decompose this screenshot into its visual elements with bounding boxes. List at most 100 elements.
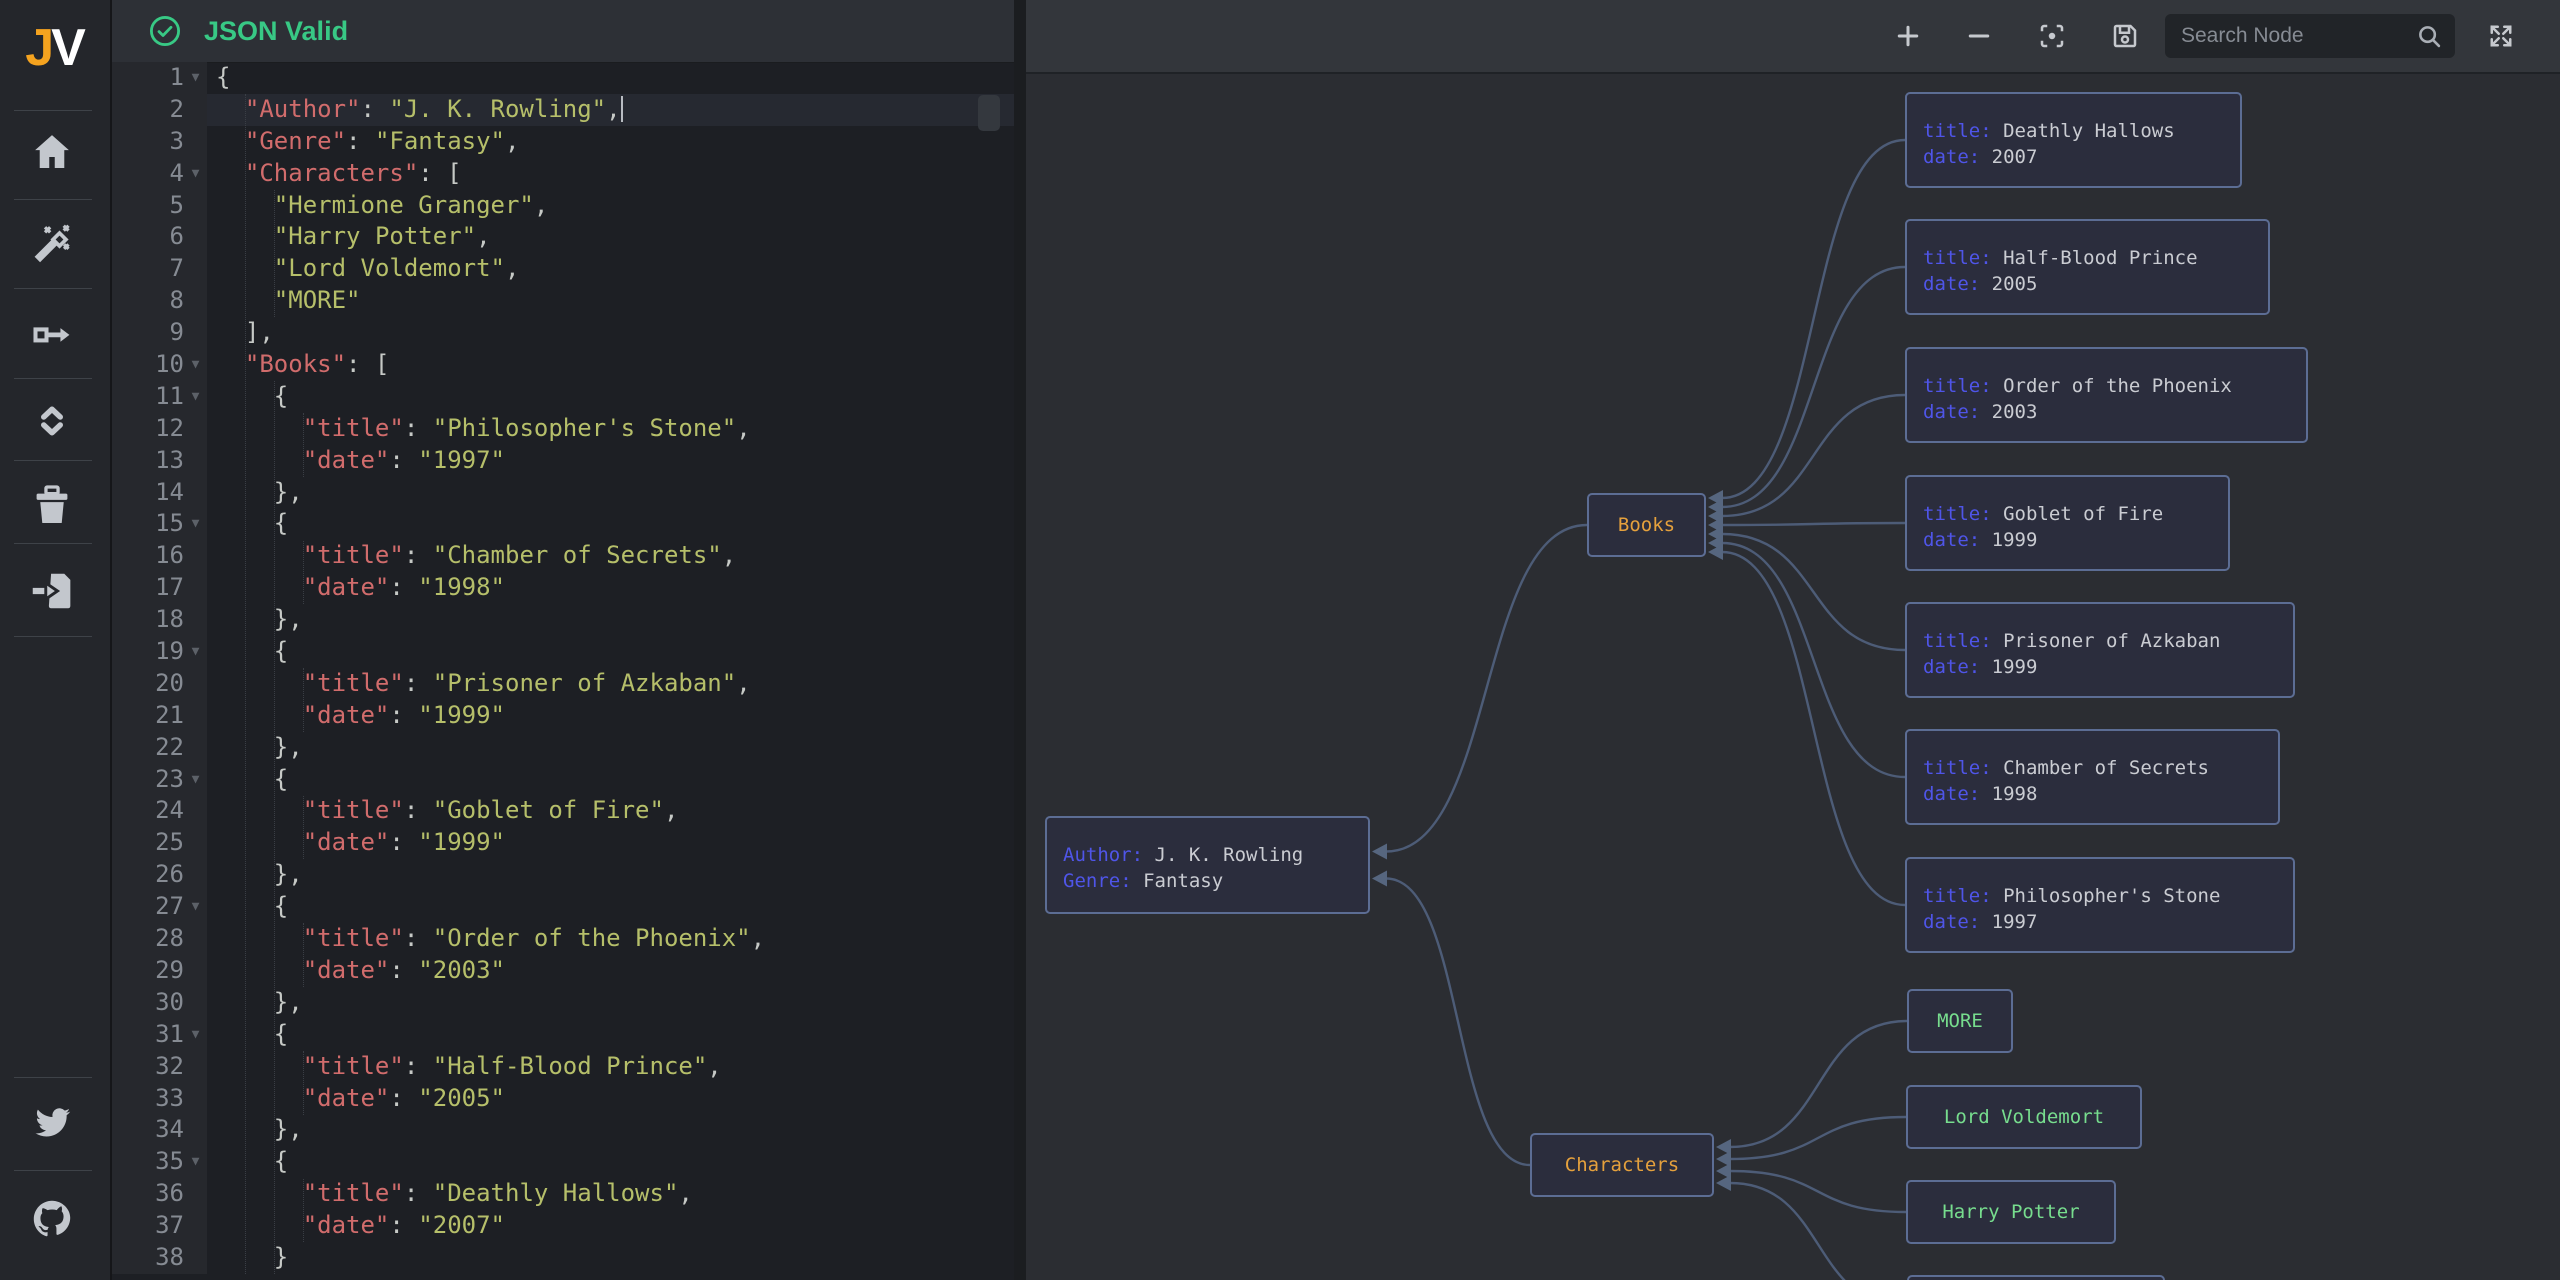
zoom-in-button[interactable] [1886, 14, 1930, 58]
sidebar-social-twitter[interactable] [28, 1099, 76, 1147]
fold-arrow-icon[interactable]: ▼ [184, 349, 207, 381]
line-number: 36 [112, 1178, 184, 1210]
code-line-35[interactable]: 35▼{ [112, 1146, 1014, 1178]
code-line-29[interactable]: 29"date": "2003" [112, 955, 1014, 987]
fold-arrow-icon[interactable]: ▼ [184, 62, 207, 94]
code-line-20[interactable]: 20"title": "Prisoner of Azkaban", [112, 668, 1014, 700]
code-line-17[interactable]: 17"date": "1998" [112, 572, 1014, 604]
line-number: 9 [112, 317, 184, 349]
graph-toolbar [1026, 0, 2560, 74]
token-pun: : [389, 446, 418, 474]
code-line-7[interactable]: 7"Lord Voldemort", [112, 253, 1014, 285]
code-line-16[interactable]: 16"title": "Chamber of Secrets", [112, 540, 1014, 572]
graph-node-b_ps[interactable]: title: Philosopher's Stonedate: 1997 [1905, 857, 2295, 953]
fullscreen-button[interactable] [2479, 14, 2523, 58]
fold-spacer [184, 445, 207, 477]
sidebar-social-github[interactable] [28, 1195, 76, 1243]
code-line-25[interactable]: 25"date": "1999" [112, 827, 1014, 859]
code-line-11[interactable]: 11▼{ [112, 381, 1014, 413]
code-line-22[interactable]: 22}, [112, 732, 1014, 764]
search-icon[interactable] [2415, 22, 2443, 55]
code-line-38[interactable]: 38} [112, 1242, 1014, 1274]
graph-node-c_hp[interactable]: Harry Potter [1906, 1180, 2116, 1244]
fold-arrow-icon[interactable]: ▼ [184, 891, 207, 923]
code-line-36[interactable]: 36"title": "Deathly Hallows", [112, 1178, 1014, 1210]
code-line-34[interactable]: 34}, [112, 1114, 1014, 1146]
search-input[interactable] [2165, 14, 2455, 58]
fold-spacer [184, 1114, 207, 1146]
line-number: 30 [112, 987, 184, 1019]
code-line-15[interactable]: 15▼{ [112, 508, 1014, 540]
code-line-9[interactable]: 9], [112, 317, 1014, 349]
graph-node-b_cos[interactable]: title: Chamber of Secretsdate: 1998 [1905, 729, 2280, 825]
code-line-33[interactable]: 33"date": "2005" [112, 1083, 1014, 1115]
code-line-8[interactable]: 8"MORE" [112, 285, 1014, 317]
graph-node-b_poa[interactable]: title: Prisoner of Azkabandate: 1999 [1905, 602, 2295, 698]
code-line-28[interactable]: 28"title": "Order of the Phoenix", [112, 923, 1014, 955]
sidebar-item-expand-collapse[interactable] [28, 397, 76, 445]
fold-arrow-icon[interactable]: ▼ [184, 508, 207, 540]
json-editor-panel: JSON Valid 1▼{2"Author": "J. K. Rowling"… [112, 0, 1014, 1280]
graph-node-b_ootp[interactable]: title: Order of the Phoenixdate: 2003 [1905, 347, 2308, 443]
code-line-31[interactable]: 31▼{ [112, 1019, 1014, 1051]
token-pun: : [404, 414, 433, 442]
editor-scrollbar[interactable] [978, 95, 1000, 131]
code-area[interactable]: 1▼{2"Author": "J. K. Rowling",3"Genre": … [112, 62, 1014, 1280]
token-str: "Deathly Hallows" [433, 1179, 679, 1207]
center-view-button[interactable] [2030, 14, 2074, 58]
line-number: 14 [112, 477, 184, 509]
graph-node-b_dh[interactable]: title: Deathly Hallowsdate: 2007 [1905, 92, 2242, 188]
graph-node-root[interactable]: Author: J. K. RowlingGenre: Fantasy [1045, 816, 1370, 914]
graph-node-c_lv[interactable]: Lord Voldemort [1906, 1085, 2142, 1149]
code-line-14[interactable]: 14}, [112, 477, 1014, 509]
code-line-12[interactable]: 12"title": "Philosopher's Stone", [112, 413, 1014, 445]
code-text: { [207, 1146, 1014, 1178]
code-line-32[interactable]: 32"title": "Half-Blood Prince", [112, 1051, 1014, 1083]
sidebar-item-auto-format[interactable] [28, 219, 76, 267]
zoom-out-button[interactable] [1957, 14, 2001, 58]
code-line-27[interactable]: 27▼{ [112, 891, 1014, 923]
app-logo[interactable]: JV [0, 18, 108, 78]
line-number: 17 [112, 572, 184, 604]
node-row: date: 2007 [1907, 144, 2240, 170]
code-line-19[interactable]: 19▼{ [112, 636, 1014, 668]
fold-arrow-icon[interactable]: ▼ [184, 158, 207, 190]
code-line-5[interactable]: 5"Hermione Granger", [112, 190, 1014, 222]
code-line-4[interactable]: 4▼"Characters": [ [112, 158, 1014, 190]
gutter-cell: 10▼ [112, 349, 207, 381]
graph-node-c_more[interactable]: MORE [1907, 989, 2013, 1053]
fold-arrow-icon[interactable]: ▼ [184, 636, 207, 668]
code-line-6[interactable]: 6"Harry Potter", [112, 221, 1014, 253]
sidebar-item-layout-direction[interactable] [28, 310, 76, 358]
graph-node-b_hbp[interactable]: title: Half-Blood Princedate: 2005 [1905, 219, 2270, 315]
code-line-21[interactable]: 21"date": "1999" [112, 700, 1014, 732]
graph-node-c_hg[interactable]: Hermione Granger [1907, 1275, 2165, 1280]
code-line-10[interactable]: 10▼"Books": [ [112, 349, 1014, 381]
code-line-37[interactable]: 37"date": "2007" [112, 1210, 1014, 1242]
code-line-24[interactable]: 24"title": "Goblet of Fire", [112, 795, 1014, 827]
sidebar-divider [14, 199, 92, 200]
node-row: title: Chamber of Secrets [1907, 755, 2278, 781]
fold-arrow-icon[interactable]: ▼ [184, 1146, 207, 1178]
code-line-3[interactable]: 3"Genre": "Fantasy", [112, 126, 1014, 158]
code-line-23[interactable]: 23▼{ [112, 764, 1014, 796]
graph-node-books[interactable]: Books [1587, 493, 1706, 557]
save-button[interactable] [2103, 14, 2147, 58]
fold-arrow-icon[interactable]: ▼ [184, 1019, 207, 1051]
graph-node-b_gof[interactable]: title: Goblet of Firedate: 1999 [1905, 475, 2230, 571]
fold-arrow-icon[interactable]: ▼ [184, 764, 207, 796]
line-number: 32 [112, 1051, 184, 1083]
sidebar-item-import-file[interactable] [28, 567, 76, 615]
sidebar-item-clear[interactable] [28, 481, 76, 529]
code-line-13[interactable]: 13"date": "1997" [112, 445, 1014, 477]
fold-arrow-icon[interactable]: ▼ [184, 381, 207, 413]
code-line-18[interactable]: 18}, [112, 604, 1014, 636]
sidebar-item-home[interactable] [28, 128, 76, 176]
code-line-30[interactable]: 30}, [112, 987, 1014, 1019]
panel-divider[interactable] [1014, 0, 1026, 1280]
code-line-1[interactable]: 1▼{ [112, 62, 1014, 94]
graph-canvas[interactable]: Author: J. K. RowlingGenre: Fantasy Books… [1026, 72, 2560, 1280]
code-line-26[interactable]: 26}, [112, 859, 1014, 891]
graph-node-characters[interactable]: Characters [1530, 1133, 1714, 1197]
code-line-2[interactable]: 2"Author": "J. K. Rowling", [112, 94, 1014, 126]
